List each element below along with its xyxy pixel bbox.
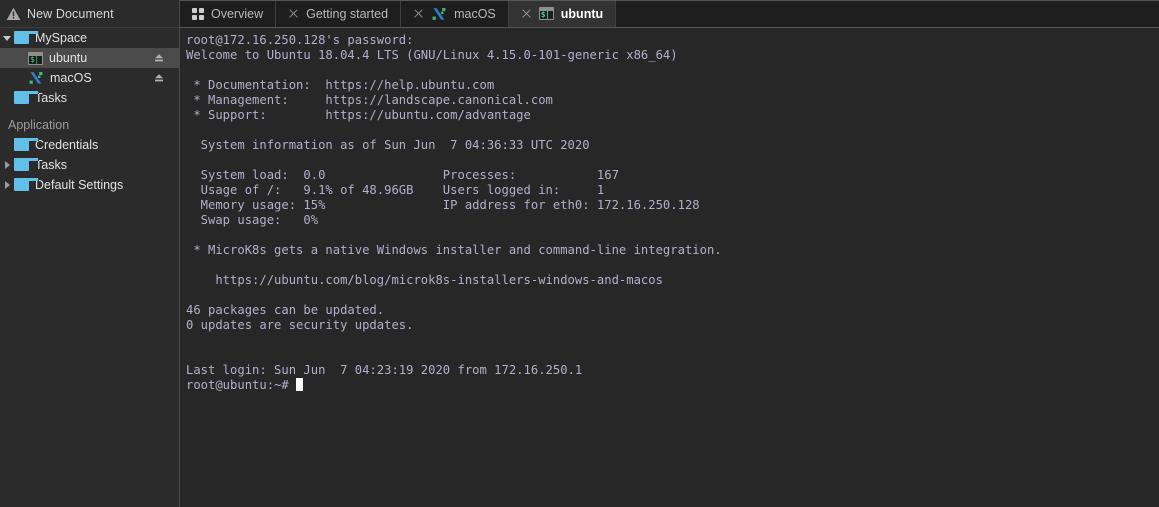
tab-label: Overview — [211, 6, 264, 21]
chevron-right-icon[interactable] — [0, 161, 14, 169]
chevron-right-icon[interactable] — [0, 181, 14, 189]
document-header[interactable]: New Document — [0, 0, 179, 28]
terminal-cursor — [296, 378, 304, 391]
tree-item-label: Default Settings — [35, 177, 124, 192]
tree-item-default-settings[interactable]: Default Settings — [0, 175, 179, 195]
warning-triangle-icon — [6, 7, 21, 21]
folder-icon — [14, 31, 39, 44]
chevron-down-icon[interactable] — [0, 35, 14, 41]
folder-icon — [14, 138, 39, 151]
sidebar: New Document MySpace $| ubuntu macOS Tas… — [0, 0, 180, 507]
tree-item-label: Tasks — [35, 157, 67, 172]
terminal-icon: $| — [538, 7, 554, 20]
tab-label: macOS — [454, 6, 496, 21]
tree-item-label: Tasks — [35, 90, 67, 105]
tree-item-macos[interactable]: macOS — [0, 68, 179, 88]
folder-icon — [14, 91, 39, 104]
app-window: New Document MySpace $| ubuntu macOS Tas… — [0, 0, 1159, 507]
tab-overview[interactable]: Overview — [180, 0, 277, 27]
terminal-output: root@172.16.250.128's password: Welcome … — [186, 33, 722, 392]
tab-macos[interactable]: macOS — [401, 0, 509, 27]
folder-icon — [14, 178, 39, 191]
tree-item-myspace[interactable]: MySpace — [0, 28, 179, 48]
close-icon[interactable] — [521, 8, 532, 19]
eject-icon[interactable] — [153, 52, 165, 64]
tree-item-ubuntu[interactable]: $| ubuntu — [0, 48, 179, 68]
tab-label: ubuntu — [560, 6, 604, 21]
terminal-prompt: root@ubuntu:~# — [186, 378, 297, 392]
close-icon[interactable] — [288, 8, 299, 19]
tab-getting-started[interactable]: Getting started — [276, 0, 402, 27]
tree-item-label: ubuntu — [49, 50, 88, 65]
tree-item-label: macOS — [50, 70, 92, 85]
tree-item-label: Credentials — [35, 137, 99, 152]
tab-ubuntu[interactable]: $| ubuntu — [508, 0, 617, 27]
close-icon[interactable] — [413, 8, 424, 19]
folder-icon — [14, 158, 39, 171]
tree-item-tasks[interactable]: Tasks — [0, 88, 179, 108]
tree-item-app-tasks[interactable]: Tasks — [0, 155, 179, 175]
mosh-icon — [28, 71, 44, 85]
tree-item-credentials[interactable]: Credentials — [0, 135, 179, 155]
tab-bar: Overview Getting started macOS $| ubuntu — [180, 0, 1159, 28]
terminal-icon: $| — [28, 51, 43, 65]
section-title-application: Application — [8, 118, 70, 132]
main-panel: Overview Getting started macOS $| ubuntu… — [180, 0, 1159, 507]
eject-icon[interactable] — [153, 72, 165, 84]
tab-label: Getting started — [306, 6, 389, 21]
mosh-icon — [431, 7, 447, 21]
document-title: New Document — [27, 6, 114, 21]
grid-icon — [192, 7, 204, 20]
space-tree: MySpace $| ubuntu macOS Tasks Applicatio… — [0, 28, 179, 195]
terminal-pane[interactable]: root@172.16.250.128's password: Welcome … — [180, 28, 1159, 507]
tree-item-label: MySpace — [35, 30, 88, 45]
